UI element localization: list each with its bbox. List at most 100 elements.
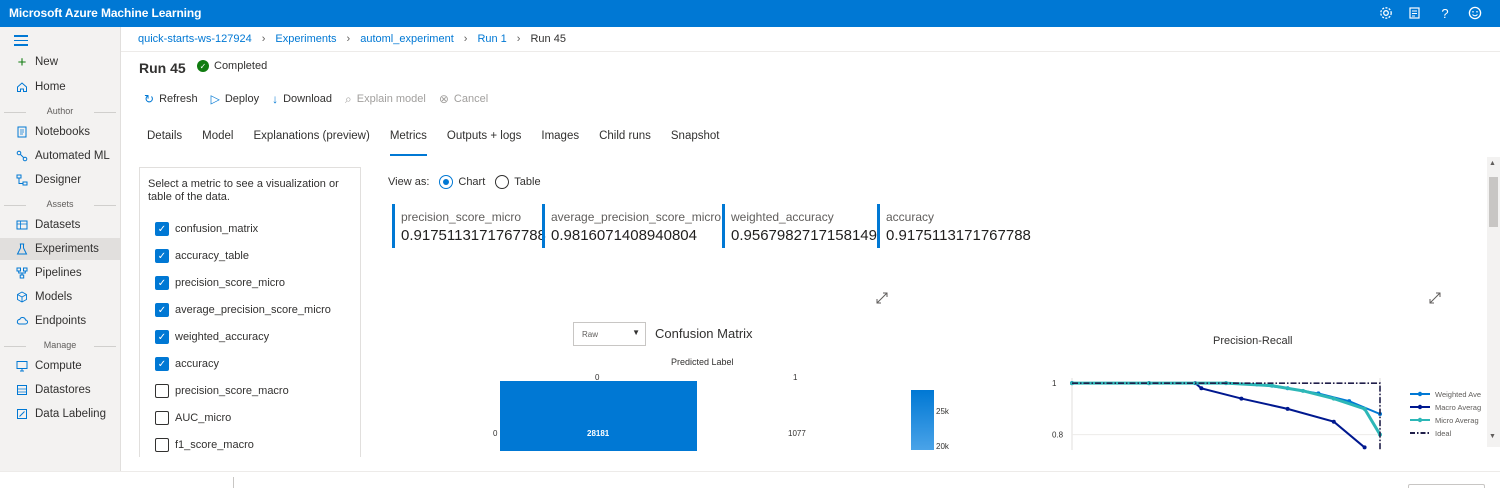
metric-option[interactable]: f1_score_macro <box>155 438 254 452</box>
home-icon <box>15 80 29 94</box>
download-button[interactable]: ↓ Download <box>272 92 332 106</box>
tab-metrics[interactable]: Metrics <box>389 130 427 156</box>
chart-radio[interactable] <box>439 175 454 189</box>
metric-option[interactable]: ✓ confusion_matrix <box>155 222 258 236</box>
expand-icon[interactable] <box>875 291 889 305</box>
sidebar-item-label: Models <box>35 291 73 303</box>
metric-checkbox[interactable] <box>155 411 169 425</box>
metric-checkbox[interactable]: ✓ <box>155 303 169 317</box>
tab-images[interactable]: Images <box>541 130 579 156</box>
metric-option[interactable]: ✓ weighted_accuracy <box>155 330 269 344</box>
breadcrumb-experiment[interactable]: automl_experiment <box>360 33 454 45</box>
sidebar-item-data-labeling[interactable]: Data Labeling <box>0 403 120 425</box>
sidebar-item-new[interactable]: + New <box>0 51 120 73</box>
status-text: Completed <box>214 60 268 72</box>
breadcrumb-divider <box>121 51 1500 52</box>
caret-down-icon: ▼ <box>632 328 640 337</box>
legend-marker <box>1417 417 1423 423</box>
sidebar-item-endpoints[interactable]: Endpoints <box>0 310 120 332</box>
notebook-icon <box>15 125 29 139</box>
breadcrumb-parent-run[interactable]: Run 1 <box>477 33 506 45</box>
breadcrumb-experiments[interactable]: Experiments <box>275 33 336 45</box>
sidebar-item-notebooks[interactable]: Notebooks <box>0 121 120 143</box>
scroll-up-icon[interactable]: ▲ <box>1489 160 1496 167</box>
sidebar-item-label: Datastores <box>35 384 91 396</box>
sidebar-item-label: Datasets <box>35 219 81 231</box>
cancel-circle-icon: ⊗ <box>438 92 449 106</box>
pipeline-icon <box>15 266 29 280</box>
tab-details[interactable]: Details <box>147 130 182 156</box>
score-value: 0.9175113171767788 <box>401 227 546 244</box>
explain-model-button[interactable]: ⌕ Explain model <box>345 92 426 107</box>
gear-icon[interactable] <box>1377 4 1395 22</box>
metric-option[interactable]: ✓ accuracy_table <box>155 249 249 263</box>
metric-checkbox[interactable]: ✓ <box>155 249 169 263</box>
sidebar-item-datastores[interactable]: Datastores <box>0 379 120 401</box>
sidebar-item-label: Data Labeling <box>35 408 106 420</box>
breadcrumb: quick-starts-ws-127924 › Experiments › a… <box>138 32 566 46</box>
sidebar-item-designer[interactable]: Designer <box>0 169 120 191</box>
sidebar-item-experiments[interactable]: Experiments <box>0 238 120 260</box>
help-icon[interactable]: ? <box>1436 4 1454 22</box>
sidebar-item-pipelines[interactable]: Pipelines <box>0 262 120 284</box>
scrollbar[interactable]: ▲ ▼ <box>1487 157 1500 447</box>
explain-label: Explain model <box>356 93 426 105</box>
metric-option-label: precision_score_macro <box>175 385 289 397</box>
score-name: weighted_accuracy <box>731 210 834 224</box>
metric-checkbox[interactable]: ✓ <box>155 330 169 344</box>
metric-option[interactable]: ✓ precision_score_micro <box>155 276 285 290</box>
scroll-down-icon[interactable]: ▼ <box>1489 433 1496 440</box>
sidebar-item-models[interactable]: Models <box>0 286 120 308</box>
table-radio[interactable] <box>495 175 510 189</box>
sidebar-item-datasets[interactable]: Datasets <box>0 214 120 236</box>
sidebar-item-automl[interactable]: Automated ML <box>0 145 120 167</box>
metric-option[interactable]: precision_score_macro <box>155 384 289 398</box>
deploy-button[interactable]: ▷ Deploy <box>211 92 259 106</box>
refresh-icon: ↻ <box>144 92 155 106</box>
metric-option[interactable]: AUC_micro <box>155 411 231 425</box>
score-card: weighted_accuracy 0.9567982717158149 <box>722 204 877 248</box>
matrix-cell-value: 1077 <box>788 429 806 438</box>
metric-option-label: weighted_accuracy <box>175 331 270 343</box>
sidebar-item-label: Compute <box>35 360 82 372</box>
metric-checkbox[interactable] <box>155 438 169 452</box>
score-value: 0.9175113171767788 <box>886 227 1031 244</box>
smiley-icon[interactable] <box>1466 4 1484 22</box>
sidebar-item-label: Notebooks <box>35 126 90 138</box>
metric-checkbox[interactable]: ✓ <box>155 357 169 371</box>
matrix-col-label: 1 <box>793 373 798 382</box>
search-icon: ⌕ <box>345 91 352 106</box>
expand-icon[interactable] <box>1428 291 1442 305</box>
designer-icon <box>15 173 29 187</box>
scrollbar-thumb[interactable] <box>1489 177 1498 227</box>
matrix-mode-select[interactable]: Raw ▼ <box>573 322 646 346</box>
metric-checkbox[interactable]: ✓ <box>155 222 169 236</box>
chart-radio-label[interactable]: Chart <box>458 176 485 188</box>
table-radio-label[interactable]: Table <box>514 176 540 188</box>
chevron-right-icon: › <box>516 33 521 45</box>
label-icon <box>15 407 29 421</box>
metric-option[interactable]: ✓ average_precision_score_micro <box>155 303 331 317</box>
metric-checkbox[interactable]: ✓ <box>155 276 169 290</box>
feedback-list-icon[interactable] <box>1406 4 1424 22</box>
breadcrumb-workspace[interactable]: quick-starts-ws-127924 <box>138 33 252 45</box>
tab-outputs-logs[interactable]: Outputs + logs <box>447 130 521 156</box>
hamburger-icon[interactable] <box>14 35 28 49</box>
tab-child-runs[interactable]: Child runs <box>599 130 651 156</box>
y-tick-label: 0.8 <box>1052 431 1064 440</box>
tab-model[interactable]: Model <box>202 130 233 156</box>
scale-tick-label: 20k <box>936 442 949 451</box>
metric-checkbox[interactable] <box>155 384 169 398</box>
refresh-button[interactable]: ↻ Refresh <box>144 92 198 106</box>
cancel-button[interactable]: ⊗ Cancel <box>439 92 488 106</box>
sidebar-item-home[interactable]: Home <box>0 76 120 98</box>
metric-option[interactable]: ✓ accuracy <box>155 357 219 371</box>
view-as-label: View as: <box>388 176 430 188</box>
sidebar-item-compute[interactable]: Compute <box>0 355 120 377</box>
app-title: Microsoft Azure Machine Learning <box>9 6 202 20</box>
tab-explanations[interactable]: Explanations (preview) <box>253 130 369 156</box>
tab-snapshot[interactable]: Snapshot <box>671 130 720 156</box>
footer-button[interactable] <box>1408 484 1485 488</box>
matrix-cell-value: 28181 <box>587 429 610 438</box>
data-point <box>1285 406 1290 411</box>
